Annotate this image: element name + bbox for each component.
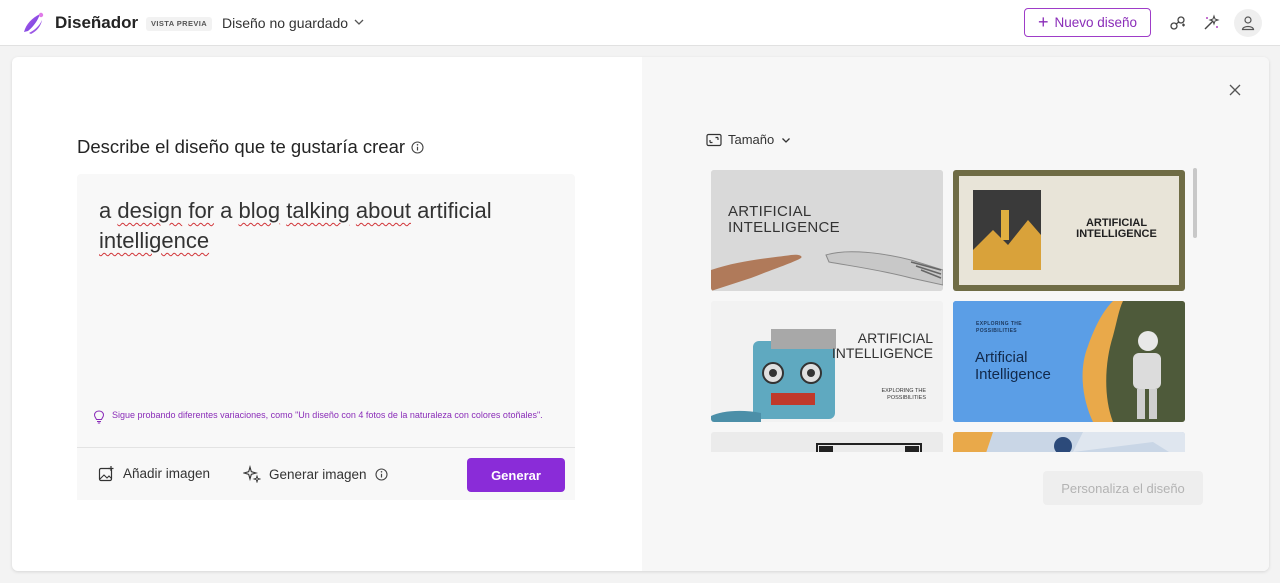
generate-image-label: Generar imagen <box>269 466 367 482</box>
thumbnail-photo <box>973 190 1041 270</box>
misspelled-word: talking <box>286 198 350 223</box>
info-icon[interactable] <box>375 467 388 481</box>
thumbnail-title: ARTIFICIAL INTELLIGENCE <box>1059 218 1174 240</box>
design-thumbnail[interactable]: ARTIFICIAL INTELLIGENCE <box>953 170 1185 291</box>
thumbnail-title-line: Intelligence <box>975 366 1051 383</box>
thumbnail-title-line: INTELLIGENCE <box>831 345 933 361</box>
misspelled-word: intelligence <box>99 228 210 253</box>
thumbnail-graphic <box>711 432 943 452</box>
design-suggestions: ARTIFICIAL INTELLIGENCE ARTIFICIAL INTEL… <box>709 168 1189 452</box>
info-icon[interactable] <box>411 140 424 154</box>
add-image-button[interactable]: Añadir imagen <box>98 465 210 482</box>
design-thumbnail[interactable]: ARTIFICIAL INTELLIGENCE <box>711 170 943 291</box>
close-icon[interactable] <box>1226 81 1244 99</box>
size-dropdown[interactable]: Tamaño <box>706 132 792 147</box>
suggestions-scrollbar[interactable] <box>1193 168 1197 238</box>
thumbnail-subtitle-line: EXPLORING THE <box>881 388 926 394</box>
top-bar: Diseñador VISTA PREVIA Diseño no guardad… <box>0 0 1280 46</box>
magic-icon[interactable] <box>1199 11 1223 35</box>
thumbnail-subtitle: EXPLORING THE POSSIBILITIES <box>851 388 926 402</box>
user-icon <box>1241 16 1255 31</box>
plus-icon: + <box>1037 11 1049 32</box>
thumbnail-frame: ARTIFICIAL INTELLIGENCE <box>959 176 1179 285</box>
add-image-icon <box>98 466 114 482</box>
design-dialog: Describe el diseño que te gustaría crear… <box>12 57 1269 571</box>
chevron-down-icon[interactable] <box>352 15 366 29</box>
thumbnail-kicker-line: POSSIBILITIES <box>976 328 1018 334</box>
add-image-label: Añadir imagen <box>123 466 211 481</box>
thumbnail-graphic <box>711 301 943 422</box>
share-icon[interactable] <box>1166 11 1190 35</box>
design-thumbnail[interactable]: EXPLORING THE POSSIBILITIES Artificial I… <box>953 301 1185 422</box>
generate-image-button[interactable]: Generar imagen <box>243 465 388 483</box>
prompt-word: a <box>214 198 239 223</box>
thumbnail-title-line: INTELLIGENCE <box>728 219 840 236</box>
prompt-heading: Describe el diseño que te gustaría crear <box>77 136 424 158</box>
customize-design-button[interactable]: Personaliza el diseño <box>1043 471 1203 505</box>
chevron-down-icon <box>782 137 791 143</box>
thumbnail-title: ARTIFICIAL INTELLIGENCE <box>728 204 840 236</box>
design-thumbnail[interactable] <box>711 432 943 452</box>
generate-button[interactable]: Generar <box>467 458 565 492</box>
thumbnail-title-line: INTELLIGENCE <box>1076 228 1157 240</box>
thumbnail-kicker-line: EXPLORING THE <box>976 321 1023 327</box>
prompt-word: a <box>99 198 118 223</box>
preview-badge: VISTA PREVIA <box>146 17 213 31</box>
user-avatar[interactable] <box>1234 9 1262 37</box>
thumbnail-title-line: Artificial <box>975 349 1028 366</box>
thumbnail-title: ARTIFICIAL INTELLIGENCE <box>821 331 933 361</box>
prompt-heading-text: Describe el diseño que te gustaría crear <box>77 136 406 157</box>
sparkle-icon <box>243 465 261 483</box>
thumbnail-title-line: ARTIFICIAL <box>857 330 933 346</box>
prompt-footer: Añadir imagen Generar imagen Generar <box>77 447 575 500</box>
thumbnail-graphic <box>953 432 1185 452</box>
design-thumbnail[interactable] <box>953 432 1185 452</box>
misspelled-word: blog <box>238 198 281 223</box>
designer-logo-icon[interactable] <box>20 10 46 36</box>
thumbnail-title: Artificial Intelligence <box>975 349 1051 383</box>
thumbnail-subtitle-line: POSSIBILITIES <box>887 395 926 401</box>
prompt-text[interactable]: a design for a blog talking about artifi… <box>99 196 549 256</box>
prompt-tip-text: Sigue probando diferentes variaciones, c… <box>112 410 543 420</box>
thumbnail-title-line: ARTIFICIAL <box>728 203 812 220</box>
new-design-label: Nuevo diseño <box>1054 15 1138 30</box>
document-title[interactable]: Diseño no guardado <box>222 15 348 31</box>
app-name: Diseñador <box>55 13 139 32</box>
new-design-button[interactable]: + Nuevo diseño <box>1024 8 1151 37</box>
resize-icon <box>706 133 722 146</box>
prompt-word: artificial <box>410 198 492 223</box>
misspelled-word: design <box>117 198 183 223</box>
lightbulb-icon <box>93 410 105 424</box>
size-label: Tamaño <box>728 132 775 147</box>
thumbnail-kicker: EXPLORING THE POSSIBILITIES <box>976 321 1022 335</box>
design-thumbnail[interactable]: ARTIFICIAL INTELLIGENCE EXPLORING THE PO… <box>711 301 943 422</box>
misspelled-word: about <box>355 198 411 223</box>
prompt-tip: Sigue probando diferentes variaciones, c… <box>93 409 563 424</box>
misspelled-word: for <box>188 198 215 223</box>
